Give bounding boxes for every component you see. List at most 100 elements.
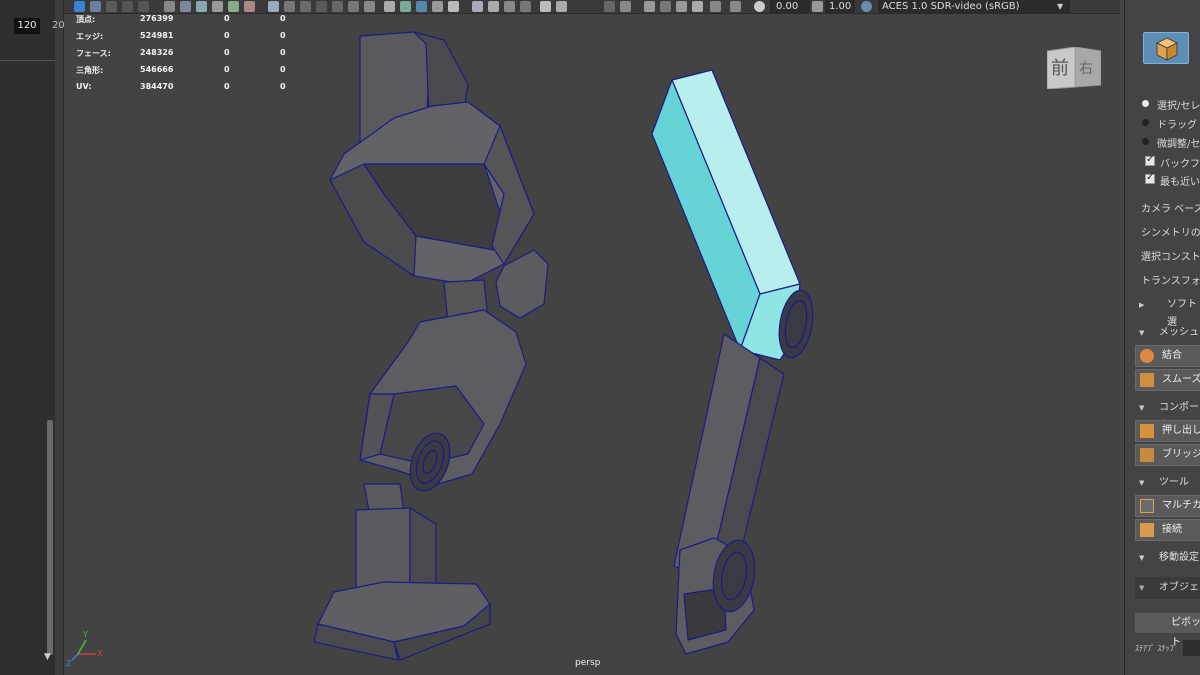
extrude-button[interactable]: 押し出し: [1135, 420, 1200, 442]
hud-row: 頂点: 276399 0 0: [76, 14, 296, 31]
hud-selected: 0: [224, 82, 230, 91]
hud-count: 248326: [140, 48, 174, 57]
wireframe-icon[interactable]: [284, 1, 295, 12]
scene-canvas[interactable]: X Y Z: [64, 14, 1120, 675]
combine-button[interactable]: 結合: [1135, 345, 1200, 367]
view-cube[interactable]: 前 右: [1046, 46, 1102, 90]
smooth-button[interactable]: スムーズ: [1135, 369, 1200, 391]
select-mode-icon[interactable]: [74, 1, 85, 12]
arm-model[interactable]: [651, 69, 818, 655]
select-constraint-label: 選択コンストレ: [1141, 252, 1200, 263]
object-mode-button[interactable]: [1143, 32, 1189, 64]
motion-blur-icon[interactable]: [488, 1, 499, 12]
antialiasing-icon[interactable]: [504, 1, 515, 12]
grid-icon[interactable]: [268, 1, 279, 12]
hud-icon[interactable]: [556, 1, 567, 12]
bookmark-icon[interactable]: [106, 1, 117, 12]
hud-count: 546666: [140, 65, 174, 74]
gate-mask-icon[interactable]: [212, 1, 223, 12]
leg-model[interactable]: [313, 31, 549, 661]
frame-tick-label: 20: [52, 20, 65, 31]
view-transform-dropdown[interactable]: ACES 1.0 SDR-video (sRGB): [878, 0, 1070, 13]
viewport-toolbar: 0.00 1.00 ACES 1.0 SDR-video (sRGB) ▼: [64, 0, 1120, 14]
bridge-icon: [1140, 448, 1154, 462]
hud-row: フェース: 248326 0 0: [76, 48, 296, 65]
section-component-header[interactable]: ▼ コンポーネ: [1129, 399, 1200, 431]
extrude-icon: [1140, 424, 1154, 438]
hud-triangles-selected: 0: [280, 31, 286, 40]
color-management-icon[interactable]: [861, 1, 872, 12]
resolution-gate-icon[interactable]: [196, 1, 207, 12]
hud-row: UV: 384470 0 0: [76, 82, 296, 99]
chevron-down-icon: ▼: [1139, 554, 1145, 562]
backface-icon[interactable]: [448, 1, 459, 12]
frame-all-icon[interactable]: [710, 1, 721, 12]
camera-select-icon[interactable]: [660, 1, 671, 12]
scroll-down-arrow-icon[interactable]: ▼: [44, 652, 51, 662]
xray-joints-icon[interactable]: [416, 1, 427, 12]
default-material-icon[interactable]: [316, 1, 327, 12]
section-move-header[interactable]: ▼ 移動設定: [1129, 549, 1200, 567]
exposure-reset-icon[interactable]: [754, 1, 765, 12]
pan-zoom-icon[interactable]: [604, 1, 615, 12]
camera-icon[interactable]: [164, 1, 175, 12]
camera-attributes-icon[interactable]: [90, 1, 101, 12]
textured-icon[interactable]: [332, 1, 343, 12]
combine-icon: [1140, 349, 1154, 363]
exposure-field[interactable]: 0.00: [770, 0, 810, 13]
chevron-down-icon: ▼: [1139, 404, 1145, 412]
radio-drag[interactable]: [1142, 119, 1149, 126]
hud-selected: 0: [224, 48, 230, 57]
field-chart-icon[interactable]: [228, 1, 239, 12]
perspective-viewport[interactable]: X Y Z: [64, 14, 1120, 675]
cube-icon: [1156, 37, 1178, 61]
chevron-down-icon: ▼: [1139, 479, 1145, 487]
section-mesh-header[interactable]: ▼ メッシュ: [1129, 324, 1200, 342]
step-snap-field[interactable]: [1183, 640, 1200, 656]
hud-triangles-selected: 0: [280, 65, 286, 74]
checkbox-backface[interactable]: [1145, 154, 1155, 166]
radio-select[interactable]: [1142, 100, 1149, 107]
gamma-icon[interactable]: [812, 1, 823, 12]
hud-row: 三角形: 546666 0 0: [76, 65, 296, 82]
depth-of-field-icon[interactable]: [520, 1, 531, 12]
two-sided-lighting-icon[interactable]: [644, 1, 655, 12]
connect-button[interactable]: 接続: [1135, 519, 1200, 541]
radio-label-select: 選択/セレ: [1157, 101, 1200, 112]
step-snap-label: ｽﾃｱﾌﾟ ｽﾅｯﾌﾟ: [1135, 644, 1178, 653]
checkbox-closest[interactable]: [1145, 172, 1155, 184]
radio-label-drag: ドラッグ: [1157, 120, 1197, 131]
xray-components-icon[interactable]: [432, 1, 443, 12]
copy-icon[interactable]: [692, 1, 703, 12]
current-frame-field[interactable]: 120: [14, 18, 40, 34]
soft-select-header[interactable]: ▶ ソフト選: [1129, 296, 1200, 328]
xray-icon[interactable]: [400, 1, 411, 12]
shadows-icon[interactable]: [364, 1, 375, 12]
gamma-field[interactable]: 1.00: [825, 0, 855, 13]
checkbox-label-backface: バックフェー: [1160, 159, 1200, 170]
chevron-down-icon: ▼: [1057, 2, 1064, 11]
hud-count: 384470: [140, 82, 174, 91]
exposure-icon[interactable]: [730, 1, 741, 12]
gate-icon[interactable]: [138, 1, 149, 12]
isolate-select-icon[interactable]: [540, 1, 551, 12]
bridge-button[interactable]: ブリッジ: [1135, 444, 1200, 466]
view-transform-icon[interactable]: [676, 1, 687, 12]
smooth-shade-icon[interactable]: [300, 1, 311, 12]
film-gate-icon[interactable]: [180, 1, 191, 12]
timeline-divider: [0, 60, 55, 61]
image-plane-icon[interactable]: [122, 1, 133, 12]
grease-pencil-icon[interactable]: [620, 1, 631, 12]
move-space-dropdown[interactable]: ▼ オブジェクト: [1135, 577, 1200, 599]
timeline-scrollbar[interactable]: [47, 420, 53, 655]
hud-row: エッジ: 524981 0 0: [76, 31, 296, 48]
lights-icon[interactable]: [348, 1, 359, 12]
safe-action-icon[interactable]: [244, 1, 255, 12]
ambient-occlusion-icon[interactable]: [472, 1, 483, 12]
wireframe-on-shaded-icon[interactable]: [384, 1, 395, 12]
section-tools-header[interactable]: ▼ ツール: [1129, 474, 1200, 492]
radio-tweak[interactable]: [1142, 138, 1149, 145]
pivot-button[interactable]: ピボット: [1135, 613, 1200, 648]
radio-label-tweak: 微調整/セ: [1157, 139, 1200, 150]
multicut-button[interactable]: マルチカッ: [1135, 495, 1200, 517]
